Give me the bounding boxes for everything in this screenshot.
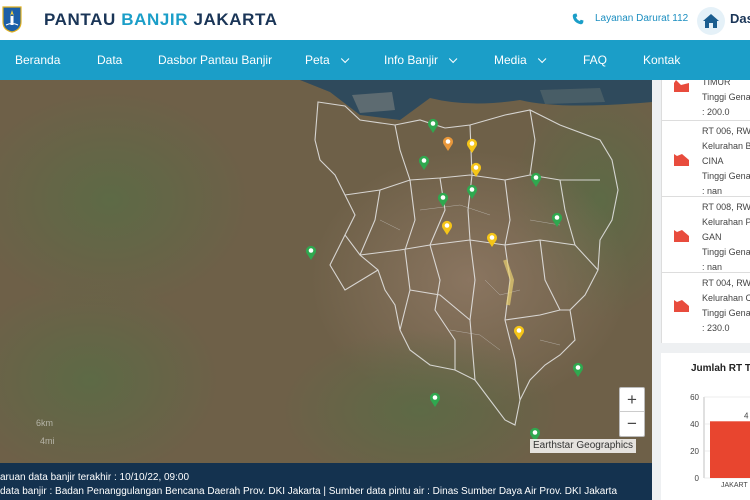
chevron-down-icon: [448, 54, 458, 64]
nav-label: Data: [97, 53, 123, 67]
list-item[interactable]: RT 004, RW 0 Kelurahan C Tinggi Gena : 2…: [662, 273, 750, 343]
site-title[interactable]: PANTAU BANJIR JAKARTA: [44, 10, 278, 30]
nav-label: Dasbor Pantau Banjir: [158, 53, 273, 67]
site-title-part2: JAKARTA: [188, 10, 278, 29]
nav-item-info-banjir[interactable]: Info Banjir: [384, 53, 458, 67]
map-marker-normal[interactable]: [530, 172, 542, 187]
list-line: Kelurahan C: [702, 293, 750, 303]
site-title-part1: PANTAU: [44, 10, 122, 29]
nav-item-dasbor[interactable]: Dasbor Pantau Banjir: [158, 53, 272, 67]
list-line: RT 004, RW 0: [702, 278, 750, 288]
bar-value-label: 4: [744, 411, 749, 420]
y-tick-label: 40: [690, 420, 699, 429]
zoom-in-button[interactable]: +: [620, 388, 644, 412]
flood-flag-icon: [674, 154, 689, 166]
dki-jakarta-logo[interactable]: [2, 5, 22, 33]
list-line: RT 006, RW 0: [702, 126, 750, 136]
data-source-text: data banjir : Badan Penanggulangan Benca…: [0, 486, 618, 497]
list-line: CINA: [702, 156, 724, 166]
y-tick-label: 0: [695, 474, 700, 483]
nav-item-peta[interactable]: Peta: [305, 53, 350, 67]
map-marker-normal[interactable]: [572, 362, 584, 377]
phone-icon: [572, 13, 584, 25]
list-line: Tinggi Gena: [702, 247, 750, 257]
nav-label: Beranda: [15, 53, 61, 67]
nav-label: Media: [494, 53, 527, 67]
list-item-text: RT 008, RW 0 Kelurahan PI GAN Tinggi Gen…: [702, 200, 750, 275]
map-marker-normal[interactable]: [305, 245, 317, 260]
nav-item-media[interactable]: Media: [494, 53, 547, 67]
map-attribution: Earthstar Geographics: [530, 439, 637, 453]
site-title-accent: BANJIR: [121, 10, 189, 29]
house-icon: [703, 14, 719, 28]
map-scale-mi: 4mi: [40, 436, 55, 446]
map-marker-alert[interactable]: [470, 162, 482, 177]
nav-label: Info Banjir: [384, 53, 439, 67]
zoom-control: + −: [619, 387, 645, 437]
chevron-down-icon: [537, 54, 547, 64]
map-marker-normal[interactable]: [429, 392, 441, 407]
dashboard-home-icon[interactable]: [697, 7, 725, 35]
map-marker-alert[interactable]: [466, 138, 478, 153]
bar-chart: 0 20 40 60 4 JAKART: [690, 393, 750, 489]
chevron-down-icon: [340, 54, 350, 64]
nav-item-data[interactable]: Data: [97, 53, 122, 67]
list-item-text: RT 004, RW 0 Kelurahan C Tinggi Gena : 2…: [702, 276, 750, 336]
emergency-hotline-link[interactable]: Layanan Darurat 112: [595, 13, 688, 24]
list-line: : 200.0: [702, 107, 730, 117]
satellite-basemap: [0, 80, 652, 463]
nav-item-beranda[interactable]: Beranda: [15, 53, 60, 67]
last-update-text: aruan data banjir terakhir : 10/10/22, 0…: [0, 472, 190, 483]
list-line: RT 008, RW 0: [702, 202, 750, 212]
nav-label: Peta: [305, 53, 330, 67]
map-marker-alert[interactable]: [513, 325, 525, 340]
rt-count-chart: Jumlah RT Te 0 20 40 60 4 JAKART: [661, 353, 750, 500]
flood-flag-icon: [674, 230, 689, 242]
map-marker-normal[interactable]: [427, 118, 439, 133]
map-marker-alert[interactable]: [486, 232, 498, 247]
y-tick-label: 60: [690, 393, 699, 402]
list-line: Tinggi Gena: [702, 92, 750, 102]
list-line: : 230.0: [702, 323, 730, 333]
flood-map[interactable]: 6km 4mi: [0, 80, 652, 463]
nav-item-faq[interactable]: FAQ: [583, 53, 607, 67]
list-line: GAN: [702, 232, 722, 242]
map-marker-normal[interactable]: [466, 184, 478, 199]
flood-flag-icon: [674, 300, 689, 312]
nav-label: FAQ: [583, 53, 608, 67]
chart-bar[interactable]: [710, 421, 750, 478]
list-item[interactable]: RT 008, RW 0 Kelurahan PI GAN Tinggi Gen…: [662, 197, 750, 273]
data-source-footer: aruan data banjir terakhir : 10/10/22, 0…: [0, 463, 652, 500]
list-item[interactable]: TIMUR Tinggi Gena : 200.0: [662, 80, 750, 121]
list-line: Tinggi Gena: [702, 308, 750, 318]
map-marker-alert[interactable]: [441, 220, 453, 235]
map-marker-normal[interactable]: [437, 192, 449, 207]
zoom-out-button[interactable]: −: [620, 412, 644, 436]
list-item-text: TIMUR Tinggi Gena : 200.0: [702, 80, 750, 120]
flood-flag-icon: [674, 80, 689, 92]
y-tick-label: 20: [690, 447, 699, 456]
dashboard-link[interactable]: Dasbor: [730, 11, 750, 26]
nav-label: Kontak: [643, 53, 681, 67]
map-marker-warning[interactable]: [442, 136, 454, 151]
site-header: PANTAU BANJIR JAKARTA Layanan Darurat 11…: [0, 0, 750, 40]
list-line: TIMUR: [702, 80, 731, 87]
map-marker-normal[interactable]: [551, 212, 563, 227]
x-category-label: JAKART: [721, 482, 748, 489]
map-marker-normal[interactable]: [418, 155, 430, 170]
map-scale-km: 6km: [36, 418, 54, 428]
list-item-text: RT 006, RW 0 Kelurahan BI CINA Tinggi Ge…: [702, 124, 750, 199]
list-item[interactable]: RT 006, RW 0 Kelurahan BI CINA Tinggi Ge…: [662, 121, 750, 197]
flood-rt-list[interactable]: TIMUR Tinggi Gena : 200.0 RT 006, RW 0 K…: [661, 80, 750, 343]
main-nav: Beranda Data Dasbor Pantau Banjir Peta I…: [0, 40, 750, 80]
list-line: Tinggi Gena: [702, 171, 750, 181]
nav-item-kontak[interactable]: Kontak: [643, 53, 680, 67]
list-line: Kelurahan BI: [702, 141, 750, 151]
list-line: Kelurahan PI: [702, 217, 750, 227]
